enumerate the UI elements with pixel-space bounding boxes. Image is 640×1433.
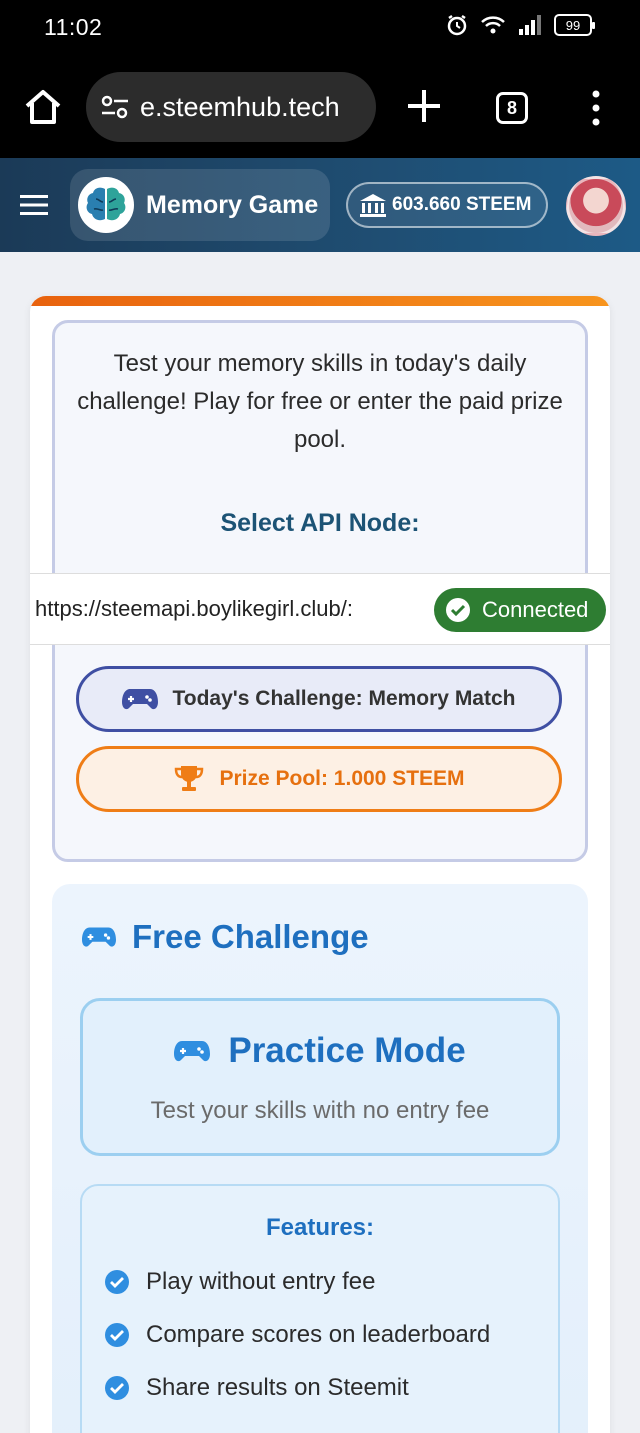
- wifi-icon: [481, 16, 505, 34]
- status-bar: 11:02 99: [0, 0, 640, 58]
- site-settings-icon[interactable]: [100, 95, 130, 119]
- features-heading: Features:: [265, 1214, 375, 1241]
- free-challenge-panel: Free Challenge Practice Mode Test your s…: [52, 884, 588, 1433]
- api-node-label: Select API Node:: [220, 509, 420, 537]
- wallet-balance[interactable]: 603.660 STEEM: [346, 182, 548, 228]
- url-text: e.steemhub.tech: [140, 91, 340, 122]
- practice-mode-subtitle: Test your skills with no entry fee: [150, 1097, 490, 1124]
- gamepad-icon: [82, 927, 116, 947]
- app-title: Memory Game: [146, 190, 319, 219]
- card-accent-strip: [30, 296, 610, 306]
- browser-toolbar: e.steemhub.tech 8: [0, 58, 640, 158]
- battery-indicator: 99: [554, 14, 595, 36]
- address-bar[interactable]: e.steemhub.tech: [86, 72, 376, 142]
- feature-text: Compare scores on leaderboard: [146, 1321, 491, 1348]
- new-tab-icon[interactable]: [404, 86, 444, 126]
- check-circle-icon: [105, 1376, 129, 1400]
- practice-mode-heading: Practice Mode: [83, 1031, 557, 1071]
- feature-text: Play without entry fee: [146, 1268, 376, 1295]
- check-circle-icon: [105, 1270, 129, 1294]
- trophy-icon: [175, 766, 204, 791]
- tab-switcher-button[interactable]: 8: [496, 92, 528, 124]
- balance-amount: 603.660 STEEM: [392, 194, 532, 215]
- status-time: 11:02: [44, 14, 103, 40]
- todays-challenge-badge: Today's Challenge: Memory Match: [76, 666, 562, 732]
- practice-mode-title: Practice Mode: [228, 1031, 466, 1070]
- check-circle-icon: [446, 598, 470, 622]
- signal-icon: [519, 15, 541, 35]
- todays-challenge-text: Today's Challenge: Memory Match: [172, 687, 516, 710]
- prize-pool-text: Prize Pool: 1.000 STEEM: [219, 767, 465, 790]
- practice-mode-card[interactable]: Practice Mode Test your skills with no e…: [80, 998, 560, 1156]
- intro-text: Test your memory skills in today's daily…: [77, 350, 563, 453]
- bank-icon: [360, 194, 386, 217]
- alarm-icon: [447, 14, 467, 36]
- home-icon[interactable]: [22, 86, 64, 128]
- feature-text: Share results on Steemit: [146, 1374, 409, 1401]
- features-card: Features: Play without entry fee Compare…: [80, 1184, 560, 1433]
- feature-item: Compare scores on leaderboard: [104, 1321, 490, 1349]
- brand-link[interactable]: Memory Game: [70, 169, 330, 241]
- feature-item: Play without entry fee: [104, 1268, 375, 1296]
- api-node-select[interactable]: https://steemapi.boylikegirl.club/: Conn…: [30, 573, 610, 645]
- connection-status-text: Connected: [482, 597, 589, 622]
- main-card: Test your memory skills in today's daily…: [30, 296, 610, 1433]
- feature-item: Share results on Steemit: [104, 1374, 409, 1402]
- gamepad-icon: [122, 689, 159, 710]
- browser-menu-icon[interactable]: [586, 88, 606, 128]
- app-header: Memory Game 603.660 STEEM: [0, 158, 640, 252]
- connection-status-badge: Connected: [434, 588, 606, 632]
- prize-pool-badge: Prize Pool: 1.000 STEEM: [76, 746, 562, 812]
- brain-logo-icon: [78, 177, 134, 233]
- free-challenge-title: Free Challenge: [132, 918, 369, 955]
- gamepad-icon: [174, 1041, 211, 1062]
- user-avatar[interactable]: [566, 176, 626, 236]
- status-icons: 99: [446, 14, 595, 36]
- check-circle-icon: [105, 1323, 129, 1347]
- api-node-url: https://steemapi.boylikegirl.club/:: [35, 596, 353, 621]
- free-challenge-heading: Free Challenge: [82, 918, 369, 956]
- hamburger-menu-icon[interactable]: [20, 194, 48, 216]
